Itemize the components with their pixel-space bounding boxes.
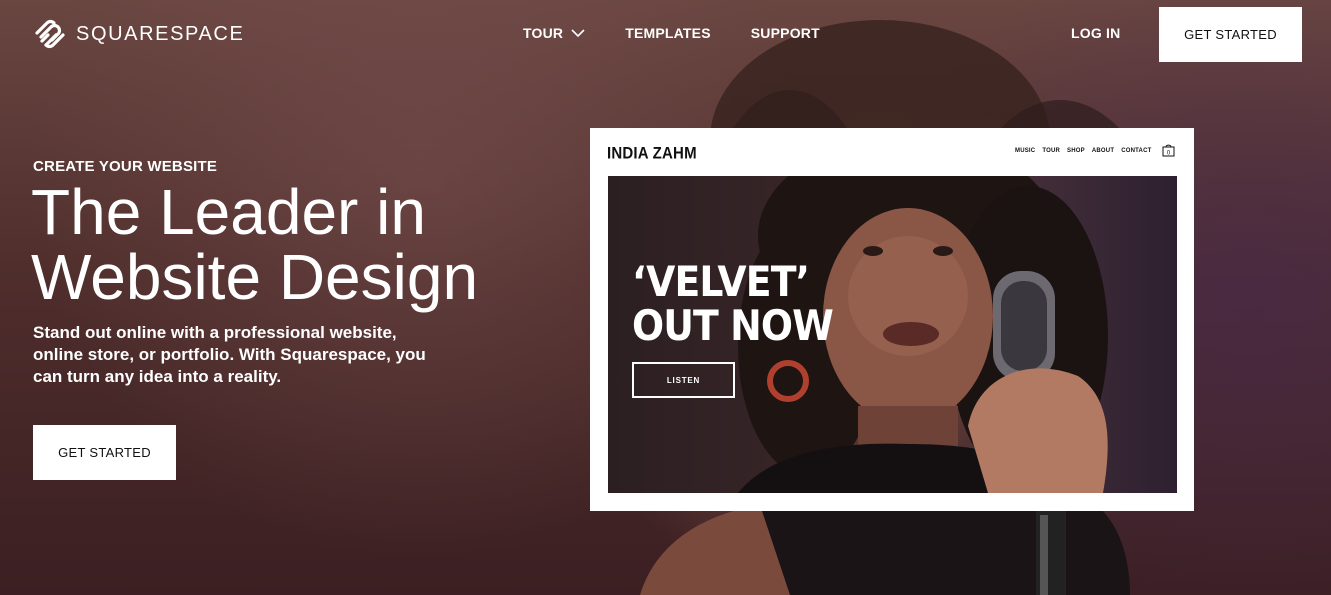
mockup-nav-item: ABOUT	[1091, 148, 1115, 154]
mockup-site-title: INDIA ZAHM	[607, 144, 697, 163]
hero-get-started-button[interactable]: GET STARTED	[33, 425, 176, 480]
nav-item-templates[interactable]: TEMPLATES	[625, 25, 711, 41]
chevron-down-icon	[571, 28, 585, 37]
mockup-nav-item: SHOP	[1067, 148, 1085, 154]
shopping-bag-icon: 0	[1162, 144, 1175, 157]
nav-item-label: TEMPLATES	[625, 25, 711, 41]
mockup-nav: MUSIC TOUR SHOP ABOUT CONTACT	[1015, 148, 1152, 154]
login-link[interactable]: LOG IN	[1071, 25, 1120, 41]
nav-item-support[interactable]: SUPPORT	[751, 25, 820, 41]
hero-subtext: Stand out online with a professional web…	[33, 323, 426, 386]
nav-item-tour[interactable]: TOUR	[523, 25, 585, 41]
mockup-headline-line-2: OUT NOW	[632, 301, 834, 350]
header-get-started-button[interactable]: GET STARTED	[1159, 7, 1302, 62]
mockup-hero-image: ‘VELVET’ OUT NOW LISTEN	[608, 176, 1177, 493]
mockup-headline-line-1: ‘VELVET’	[632, 257, 810, 306]
brand-logo[interactable]: SQUARESPACE	[33, 19, 244, 49]
hero-headline-line-1: The Leader in	[31, 176, 426, 248]
hero-headline: The Leader in Website Design	[31, 180, 551, 310]
nav-item-label: TOUR	[523, 25, 564, 41]
hero-headline-line-2: Website Design	[31, 241, 479, 313]
mockup-nav-item: TOUR	[1042, 148, 1061, 154]
squarespace-logo-icon	[35, 19, 65, 49]
nav-item-label: SUPPORT	[750, 25, 820, 41]
mockup-nav-item: CONTACT	[1121, 148, 1152, 154]
mockup-headline: ‘VELVET’ OUT NOW	[632, 257, 834, 350]
brand-name: SQUARESPACE	[76, 22, 245, 45]
hero-eyebrow: CREATE YOUR WEBSITE	[33, 158, 218, 175]
mockup-nav-item: MUSIC	[1015, 148, 1036, 154]
mockup-listen-button[interactable]: LISTEN	[632, 362, 735, 398]
website-mockup-card: INDIA ZAHM MUSIC TOUR SHOP ABOUT CONTACT…	[590, 128, 1194, 511]
main-nav: TOUR TEMPLATES SUPPORT	[523, 25, 820, 41]
